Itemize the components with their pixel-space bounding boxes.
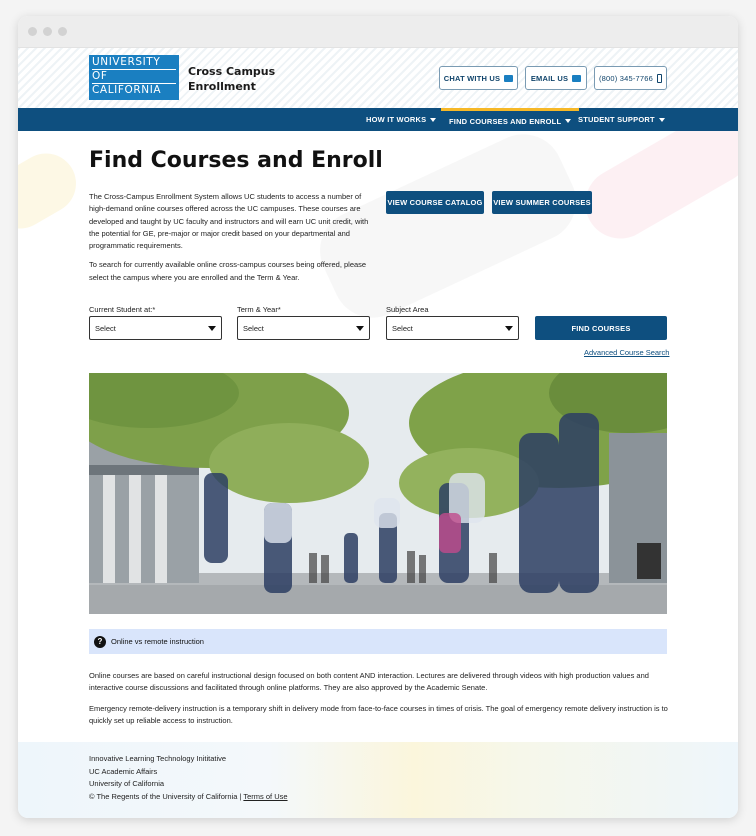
nav-find-courses[interactable]: FIND COURSES AND ENROLL [441, 108, 580, 131]
footer-lines: Innovative Learning Technology Inititati… [89, 753, 288, 803]
email-button[interactable]: EMAIL US [525, 66, 587, 90]
window-dot [43, 27, 52, 36]
background-brush [572, 131, 738, 252]
nav-how-it-works[interactable]: HOW IT WORKS [366, 108, 437, 131]
caret-down-icon [658, 117, 665, 122]
site-header: UNIVERSITY OF CALIFORNIA Cross Campus En… [18, 48, 738, 108]
nav-label: HOW IT WORKS [366, 115, 427, 124]
nav-label: FIND COURSES AND ENROLL [449, 116, 562, 126]
caret-down-icon [430, 117, 437, 122]
mobile-phone-icon [657, 73, 663, 83]
browser-window: UNIVERSITY OF CALIFORNIA Cross Campus En… [18, 16, 738, 818]
footer-separator: | [239, 791, 242, 801]
terms-of-use-link[interactable]: Terms of Use [243, 792, 287, 801]
uc-logo[interactable]: UNIVERSITY OF CALIFORNIA [89, 55, 179, 100]
site-footer: Innovative Learning Technology Inititati… [18, 742, 738, 818]
subject-label: Subject Area [386, 305, 429, 314]
window-dot [28, 27, 37, 36]
email-label: EMAIL US [530, 73, 569, 83]
subject-select[interactable]: Select [386, 316, 519, 340]
intro-text: The Cross-Campus Enrollment System allow… [89, 191, 374, 291]
logo-line: CALIFORNIA [92, 84, 162, 96]
footer-line: Innovative Learning Technology Inititati… [89, 754, 227, 763]
nav-student-support[interactable]: STUDENT SUPPORT [578, 108, 665, 131]
phone-button[interactable]: (800) 345-7766 [594, 66, 667, 90]
instruction-text: Online courses are based on careful inst… [89, 670, 669, 735]
notice-label: Online vs remote instruction [111, 637, 204, 646]
campus-photo-illustration [89, 373, 667, 614]
term-label: Term & Year* [237, 305, 281, 314]
chat-label: CHAT WITH US [443, 73, 501, 83]
main-content: Find Courses and Enroll The Cross-Campus… [18, 131, 738, 742]
term-select[interactable]: Select [237, 316, 370, 340]
body-paragraph: Online courses are based on careful inst… [89, 671, 649, 693]
chevron-down-icon [505, 326, 513, 331]
question-circle-icon: ? [94, 635, 106, 648]
chat-bubble-icon [504, 74, 514, 82]
window-dot [58, 27, 67, 36]
background-brush [18, 142, 87, 240]
caret-down-icon [565, 119, 572, 123]
logo-line: OF [92, 70, 176, 84]
body-paragraph: Emergency remote-delivery instruction is… [89, 703, 668, 725]
main-nav: HOW IT WORKS FIND COURSES AND ENROLL STU… [18, 108, 738, 131]
chevron-down-icon [208, 326, 216, 331]
chevron-down-icon [356, 326, 364, 331]
campus-select[interactable]: Select [89, 316, 222, 340]
footer-line: UC Academic Affairs [89, 766, 158, 776]
instruction-notice[interactable]: ? Online vs remote instruction [89, 629, 667, 654]
logo-line: UNIVERSITY [92, 56, 176, 70]
view-summer-courses-button[interactable]: VIEW SUMMER COURSES [492, 191, 592, 214]
intro-paragraph: The Cross-Campus Enrollment System allow… [89, 192, 369, 251]
intro-paragraph: To search for currently available online… [89, 260, 367, 282]
campus-label: Current Student at:* [89, 305, 156, 314]
site-title[interactable]: Cross Campus Enrollment [188, 64, 278, 94]
advanced-search-link[interactable]: Advanced Course Search [584, 348, 669, 357]
select-value: Select [243, 323, 264, 333]
footer-line: University of California [89, 779, 165, 789]
footer-copyright: © The Regents of the University of Calif… [89, 791, 238, 801]
select-value: Select [95, 323, 116, 333]
find-courses-button[interactable]: FIND COURSES [535, 316, 667, 340]
footer-copyright-row: © The Regents of the University of Calif… [89, 791, 288, 804]
page-title: Find Courses and Enroll [89, 148, 383, 173]
view-course-catalog-button[interactable]: VIEW COURSE CATALOG [386, 191, 484, 214]
window-chrome [18, 16, 738, 48]
envelope-icon [572, 74, 582, 82]
nav-label: STUDENT SUPPORT [578, 115, 655, 124]
chat-button[interactable]: CHAT WITH US [439, 66, 518, 90]
phone-label: (800) 345-7766 [598, 73, 654, 83]
campus-photo [89, 373, 667, 614]
select-value: Select [392, 323, 413, 333]
